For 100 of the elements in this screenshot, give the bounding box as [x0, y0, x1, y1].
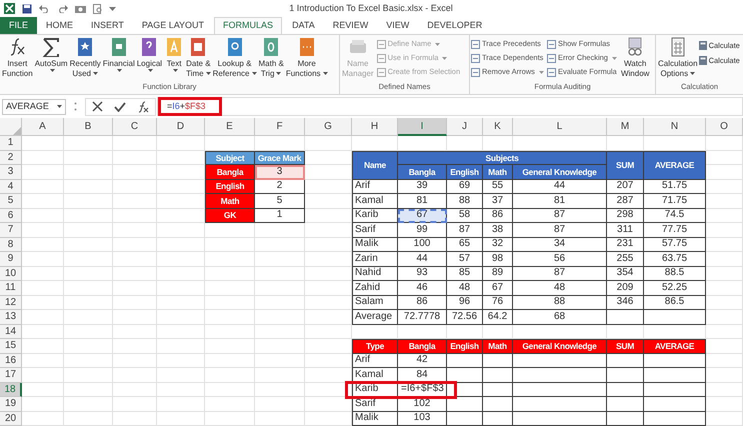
redo-icon[interactable]: [57, 4, 68, 13]
table-cell: Sarif: [352, 223, 398, 238]
ribbon-button[interactable]: Insert Function: [1, 37, 34, 78]
check-icon[interactable]: [114, 102, 126, 112]
table-cell: Zahid: [352, 281, 398, 296]
table-cell: 46: [398, 281, 447, 296]
column-header[interactable]: B: [64, 118, 113, 136]
row-header[interactable]: 11: [0, 281, 22, 296]
ribbon-tab[interactable]: REVIEW: [324, 17, 376, 34]
ribbon-tab[interactable]: FILE: [0, 17, 38, 34]
row-header[interactable]: 16: [0, 354, 22, 368]
row-header[interactable]: 5: [0, 194, 22, 208]
caret-icon: [57, 105, 62, 108]
save-icon[interactable]: [22, 4, 32, 14]
column-header[interactable]: O: [706, 118, 743, 136]
row-header[interactable]: 13: [0, 310, 22, 324]
column-header[interactable]: F: [255, 118, 305, 136]
table-cell: 74.5: [644, 208, 706, 223]
ribbon-tab[interactable]: FORMULAS: [214, 17, 282, 34]
row-header[interactable]: 3: [0, 165, 22, 180]
column-header[interactable]: I: [398, 118, 447, 136]
ribbon-button[interactable]: Recently Used: [68, 37, 102, 78]
table-cell: 86.5: [644, 296, 706, 310]
table-cell: [644, 397, 706, 412]
table-cell: Type: [352, 339, 398, 354]
row-header[interactable]: 6: [0, 208, 22, 223]
row-header[interactable]: 2: [0, 150, 22, 165]
table-cell: Bangla: [205, 165, 255, 180]
column-header[interactable]: C: [113, 118, 157, 136]
row-header[interactable]: 7: [0, 223, 22, 238]
ribbon-button[interactable]: AutoSum: [34, 37, 69, 72]
table-cell: 68: [513, 310, 607, 324]
ribbon-tab[interactable]: VIEW: [378, 17, 418, 34]
ribbon-button[interactable]: Math & Trig: [258, 37, 285, 78]
row-header[interactable]: 14: [0, 324, 22, 339]
table-cell: Arif: [352, 180, 398, 194]
more-options-icon: [74, 102, 77, 111]
column-header[interactable]: E: [205, 118, 255, 136]
ribbon-button[interactable]: Date & Time: [185, 37, 212, 78]
column-header[interactable]: M: [607, 118, 644, 136]
ribbon-tab[interactable]: INSERT: [83, 17, 132, 34]
row-header[interactable]: 12: [0, 296, 22, 310]
column-header[interactable]: N: [644, 118, 706, 136]
ribbon-button[interactable]: Text: [163, 37, 186, 72]
row-header[interactable]: 8: [0, 238, 22, 252]
table-cell: English: [447, 339, 483, 354]
ribbon-button[interactable]: More Functions: [284, 37, 329, 78]
row-header[interactable]: 20: [0, 412, 22, 426]
ribbon-button[interactable]: Financial: [102, 37, 136, 72]
small-tool-icon: [546, 54, 556, 62]
ribbon-button[interactable]: Lookup & Reference: [212, 37, 258, 78]
column-header[interactable]: D: [157, 118, 205, 136]
column-header[interactable]: G: [305, 118, 352, 136]
customize-icon[interactable]: [109, 6, 116, 10]
column-header[interactable]: H: [352, 118, 398, 136]
undo-icon[interactable]: [39, 4, 50, 13]
sigma-icon: [41, 37, 62, 57]
row-header[interactable]: 4: [0, 180, 22, 194]
column-header[interactable]: A: [22, 118, 64, 136]
table-cell: Math: [205, 194, 255, 208]
ribbon-tab[interactable]: HOME: [38, 17, 82, 34]
table-cell: SUM: [607, 339, 644, 354]
ribbon-tab[interactable]: DEVELOPER: [419, 17, 490, 34]
table-cell: 71.75: [644, 194, 706, 208]
table-cell: 231: [607, 238, 644, 252]
calculator-icon: [698, 41, 707, 50]
table-cell: 63.75: [644, 252, 706, 266]
table-cell: [644, 310, 706, 324]
table-cell: Average: [352, 310, 398, 324]
name-box[interactable]: AVERAGE: [2, 98, 66, 114]
table-cell: 57.75: [644, 238, 706, 252]
column-header[interactable]: K: [483, 118, 513, 136]
table-cell: [607, 412, 644, 426]
ribbon-button[interactable]: Watch Window: [620, 37, 650, 78]
row-header[interactable]: 19: [0, 397, 22, 412]
column-header[interactable]: J: [447, 118, 483, 136]
row-header[interactable]: 10: [0, 266, 22, 281]
table-cell: 42: [398, 354, 447, 368]
function-icon[interactable]: [137, 100, 149, 112]
ribbon-button[interactable]: Logical: [136, 37, 164, 72]
ribbon-button[interactable]: Calculation Options: [657, 37, 699, 78]
formula-field[interactable]: =I6+$F$3: [157, 97, 743, 116]
formula-text: =I6+$F$3: [158, 97, 222, 116]
table-cell: Karib: [352, 208, 398, 223]
ribbon-tab[interactable]: PAGE LAYOUT: [134, 17, 212, 34]
spreadsheet-logo-icon[interactable]: [4, 3, 15, 14]
camera-icon[interactable]: [75, 4, 86, 13]
ribbon-tab[interactable]: DATA: [284, 17, 323, 34]
table-cell: Bangla: [398, 339, 447, 354]
cancel-icon[interactable]: [92, 101, 103, 112]
row-header[interactable]: 1: [0, 136, 22, 150]
row-header[interactable]: 15: [0, 339, 22, 354]
column-header[interactable]: L: [513, 118, 607, 136]
row-header[interactable]: 17: [0, 368, 22, 382]
row-header[interactable]: 9: [0, 252, 22, 266]
table-cell: [644, 382, 706, 397]
table-cell: [483, 382, 513, 397]
table-cell: Arif: [352, 354, 398, 368]
small-tool-icon: [471, 68, 480, 76]
row-header[interactable]: 18: [0, 382, 22, 397]
